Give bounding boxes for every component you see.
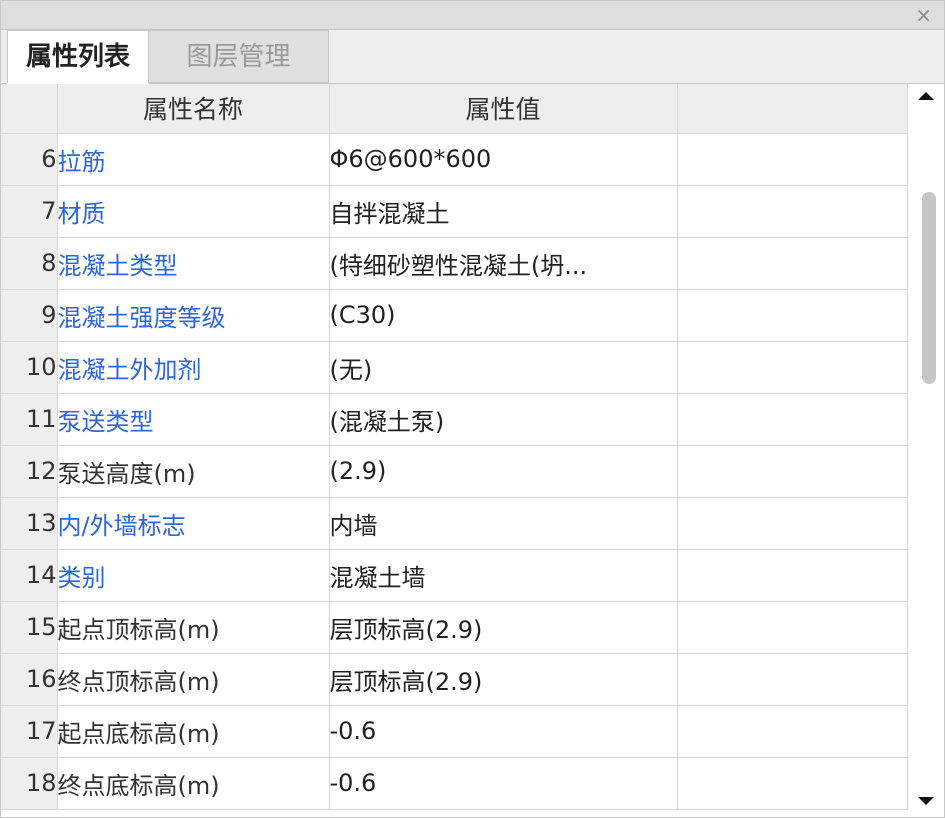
row-number: 11 bbox=[1, 393, 58, 446]
property-name-cell[interactable]: 泵送高度(m) bbox=[57, 445, 330, 498]
row-number: 10 bbox=[1, 341, 58, 394]
property-value-cell[interactable]: (特细砂塑性混凝土(坍... bbox=[329, 237, 678, 290]
table-row[interactable]: 6 拉筋 Φ6@600*600 bbox=[1, 133, 908, 186]
property-value-cell[interactable]: 自拌混凝土 bbox=[329, 185, 678, 238]
row-number: 13 bbox=[1, 497, 58, 550]
row-number-header bbox=[1, 84, 58, 134]
table-row[interactable]: 7 材质 自拌混凝土 bbox=[1, 185, 908, 238]
empty-cell bbox=[677, 601, 908, 654]
vertical-scrollbar[interactable] bbox=[908, 84, 944, 817]
property-value-cell[interactable]: 内墙 bbox=[329, 497, 678, 550]
property-name-cell[interactable]: 类别 bbox=[57, 549, 330, 602]
scrollbar-thumb[interactable] bbox=[922, 192, 936, 384]
empty-cell bbox=[677, 393, 908, 446]
table-row[interactable]: 8 混凝土类型 (特细砂塑性混凝土(坍... bbox=[1, 237, 908, 290]
empty-cell bbox=[677, 653, 908, 706]
empty-header-space bbox=[677, 84, 908, 134]
row-number: 7 bbox=[1, 185, 58, 238]
property-name-cell[interactable]: 终点顶标高(m) bbox=[57, 653, 330, 706]
column-header-name[interactable]: 属性名称 bbox=[57, 84, 330, 134]
property-value-cell[interactable]: 层顶标高(2.9) bbox=[329, 653, 678, 706]
empty-cell bbox=[677, 757, 908, 810]
property-value-cell[interactable]: -0.6 bbox=[329, 757, 678, 810]
row-number: 16 bbox=[1, 653, 58, 706]
property-table: 属性名称 属性值 6 拉筋 Φ6@600*600 7 材质 自拌混凝土 8 混凝土类型 (特细砂… bbox=[1, 84, 908, 810]
property-value-cell[interactable]: (无) bbox=[329, 341, 678, 394]
row-number: 18 bbox=[1, 757, 58, 810]
empty-cell bbox=[677, 445, 908, 498]
table-row[interactable]: 13 内/外墙标志 内墙 bbox=[1, 497, 908, 550]
empty-cell bbox=[677, 289, 908, 342]
property-value-cell[interactable]: -0.6 bbox=[329, 705, 678, 758]
property-value-cell[interactable]: 混凝土墙 bbox=[329, 549, 678, 602]
tab-property-list[interactable]: 属性列表 bbox=[7, 30, 149, 84]
property-value-cell[interactable]: 层顶标高(2.9) bbox=[329, 601, 678, 654]
empty-cell bbox=[677, 705, 908, 758]
table-row[interactable]: 11 泵送类型 (混凝土泵) bbox=[1, 393, 908, 446]
property-name-cell[interactable]: 混凝土外加剂 bbox=[57, 341, 330, 394]
row-number: 14 bbox=[1, 549, 58, 602]
table-row[interactable]: 16 终点顶标高(m) 层顶标高(2.9) bbox=[1, 653, 908, 706]
property-name-cell[interactable]: 内/外墙标志 bbox=[57, 497, 330, 550]
property-value-cell[interactable]: (2.9) bbox=[329, 445, 678, 498]
table-row[interactable]: 14 类别 混凝土墙 bbox=[1, 549, 908, 602]
table-row[interactable]: 10 混凝土外加剂 (无) bbox=[1, 341, 908, 394]
scroll-up-arrow-icon[interactable] bbox=[918, 92, 934, 100]
table-header-row: 属性名称 属性值 bbox=[1, 84, 908, 134]
property-grid: 属性名称 属性值 6 拉筋 Φ6@600*600 7 材质 自拌混凝土 8 混凝土类型 (特细砂… bbox=[1, 84, 944, 817]
row-number: 6 bbox=[1, 133, 58, 186]
tab-layer-management[interactable]: 图层管理 bbox=[149, 30, 329, 83]
property-name-cell[interactable]: 材质 bbox=[57, 185, 330, 238]
property-name-cell[interactable]: 起点顶标高(m) bbox=[57, 601, 330, 654]
property-panel: × 属性列表 图层管理 属性名称 属性值 6 拉筋 Φ6@600*600 7 材质 自拌混… bbox=[0, 0, 945, 818]
row-number: 9 bbox=[1, 289, 58, 342]
panel-titlebar: × bbox=[1, 1, 944, 30]
row-number: 12 bbox=[1, 445, 58, 498]
close-icon[interactable]: × bbox=[915, 3, 932, 27]
table-row[interactable]: 9 混凝土强度等级 (C30) bbox=[1, 289, 908, 342]
table-row[interactable]: 18 终点底标高(m) -0.6 bbox=[1, 757, 908, 810]
property-name-cell[interactable]: 混凝土类型 bbox=[57, 237, 330, 290]
column-header-value[interactable]: 属性值 bbox=[329, 84, 678, 134]
row-number: 17 bbox=[1, 705, 58, 758]
table-row[interactable]: 12 泵送高度(m) (2.9) bbox=[1, 445, 908, 498]
table-row[interactable]: 17 起点底标高(m) -0.6 bbox=[1, 705, 908, 758]
table-row[interactable]: 15 起点顶标高(m) 层顶标高(2.9) bbox=[1, 601, 908, 654]
row-number: 8 bbox=[1, 237, 58, 290]
property-name-cell[interactable]: 泵送类型 bbox=[57, 393, 330, 446]
property-name-cell[interactable]: 终点底标高(m) bbox=[57, 757, 330, 810]
property-value-cell[interactable]: Φ6@600*600 bbox=[329, 133, 678, 186]
empty-cell bbox=[677, 549, 908, 602]
property-name-cell[interactable]: 拉筋 bbox=[57, 133, 330, 186]
row-number: 15 bbox=[1, 601, 58, 654]
property-value-cell[interactable]: (混凝土泵) bbox=[329, 393, 678, 446]
empty-cell bbox=[677, 237, 908, 290]
empty-cell bbox=[677, 133, 908, 186]
empty-cell bbox=[677, 341, 908, 394]
property-value-cell[interactable]: (C30) bbox=[329, 289, 678, 342]
scroll-down-arrow-icon[interactable] bbox=[918, 797, 934, 805]
empty-cell bbox=[677, 497, 908, 550]
property-name-cell[interactable]: 混凝土强度等级 bbox=[57, 289, 330, 342]
empty-cell bbox=[677, 185, 908, 238]
tab-bar: 属性列表 图层管理 bbox=[1, 30, 944, 84]
property-name-cell[interactable]: 起点底标高(m) bbox=[57, 705, 330, 758]
